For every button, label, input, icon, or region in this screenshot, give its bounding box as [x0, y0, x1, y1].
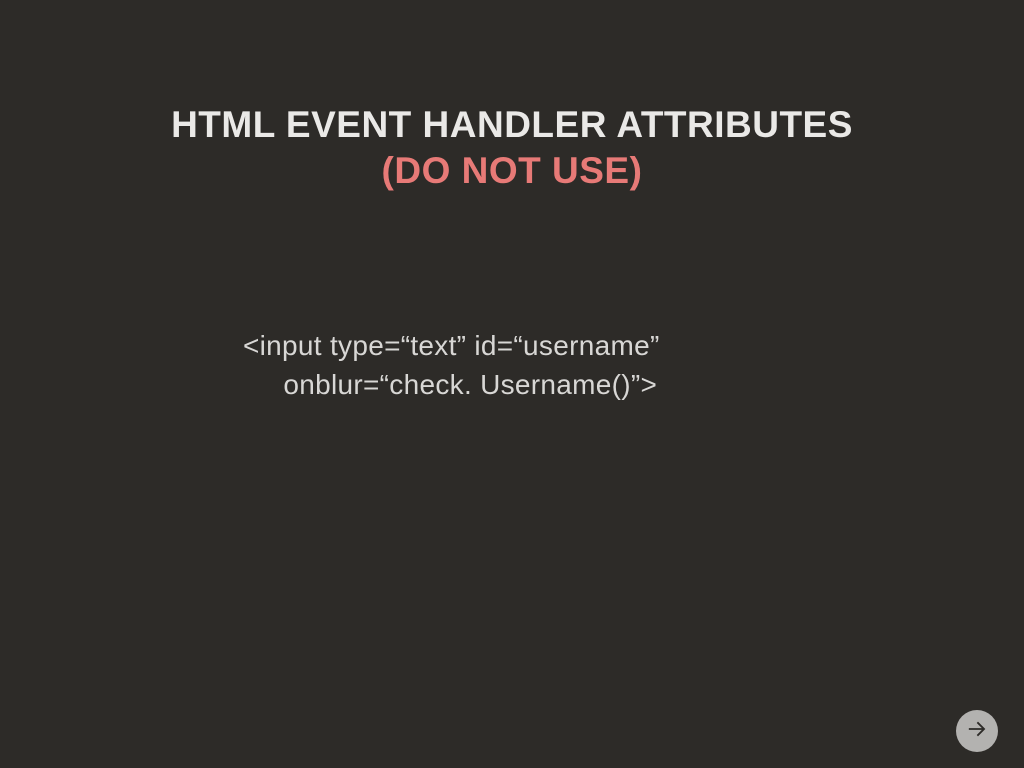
code-line-1: <input type=“text” id=“username” — [243, 330, 660, 361]
heading-line-2: (DO NOT USE) — [0, 148, 1024, 194]
next-button[interactable] — [956, 710, 998, 752]
slide: HTML EVENT HANDLER ATTRIBUTES (DO NOT US… — [0, 0, 1024, 768]
code-line-2: onblur=“check. Username()”> — [243, 369, 657, 400]
code-example: <input type=“text” id=“username” onblur=… — [243, 326, 660, 404]
arrow-right-icon — [965, 718, 989, 745]
heading-line-1: HTML EVENT HANDLER ATTRIBUTES — [0, 102, 1024, 148]
slide-heading: HTML EVENT HANDLER ATTRIBUTES (DO NOT US… — [0, 102, 1024, 195]
